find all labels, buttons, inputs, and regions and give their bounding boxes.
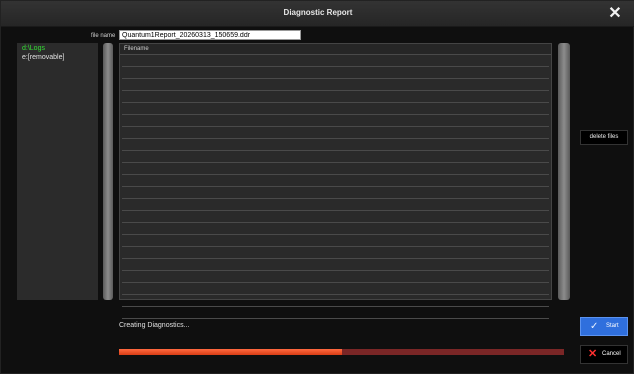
- table-row[interactable]: [122, 175, 549, 187]
- table-row[interactable]: [122, 307, 549, 319]
- filename-column-header[interactable]: Filename: [120, 44, 551, 55]
- start-button[interactable]: ✓ Start: [580, 317, 628, 336]
- window-title: Diagnostic Report: [283, 8, 353, 17]
- table-row[interactable]: [122, 211, 549, 223]
- check-icon: ✓: [590, 321, 599, 332]
- table-row[interactable]: [122, 91, 549, 103]
- close-icon[interactable]: ✕: [604, 4, 626, 24]
- file-name-label: file name: [91, 33, 116, 39]
- table-row[interactable]: [122, 115, 549, 127]
- drive-list-scrollbar[interactable]: [103, 43, 113, 300]
- file-list: Filename: [119, 43, 552, 319]
- table-row[interactable]: [122, 127, 549, 139]
- drive-item-logs[interactable]: d:\Logs: [22, 45, 45, 52]
- file-list-scrollbar[interactable]: [558, 43, 570, 300]
- diagnostic-report-window: Diagnostic Report ✕ file name d:\Logs e:…: [0, 0, 634, 374]
- table-row[interactable]: [122, 103, 549, 115]
- table-row[interactable]: [122, 247, 549, 259]
- table-row[interactable]: [122, 295, 549, 307]
- table-row[interactable]: [122, 259, 549, 271]
- table-row[interactable]: [122, 163, 549, 175]
- status-text: Creating Diagnostics...: [119, 322, 190, 329]
- progress-bar: [119, 349, 564, 355]
- table-row[interactable]: [122, 283, 549, 295]
- table-row[interactable]: [122, 55, 549, 67]
- table-row[interactable]: [122, 187, 549, 199]
- table-row[interactable]: [122, 151, 549, 163]
- progress-fill: [119, 349, 342, 355]
- drive-item-removable[interactable]: e:[removable]: [22, 54, 64, 61]
- cancel-button[interactable]: ✕ Cancel: [580, 345, 628, 364]
- title-bar: Diagnostic Report ✕: [1, 1, 634, 27]
- delete-files-button[interactable]: delete files: [580, 130, 628, 145]
- table-row[interactable]: [122, 223, 549, 235]
- table-row[interactable]: [122, 271, 549, 283]
- table-row[interactable]: [122, 67, 549, 79]
- file-name-input[interactable]: [119, 30, 301, 40]
- drive-list: d:\Logs e:[removable]: [17, 43, 98, 300]
- table-row[interactable]: [122, 199, 549, 211]
- x-icon: ✕: [588, 348, 598, 360]
- start-button-label: Start: [606, 323, 619, 329]
- cancel-button-label: Cancel: [602, 351, 621, 357]
- table-row[interactable]: [122, 79, 549, 91]
- table-row[interactable]: [122, 139, 549, 151]
- table-row[interactable]: [122, 235, 549, 247]
